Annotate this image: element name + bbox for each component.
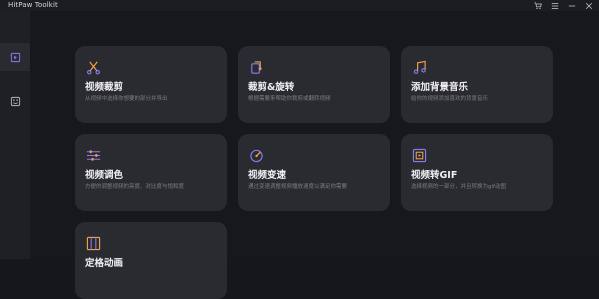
card-video-speed[interactable]: 视频变速 通过变速调整视频播放速度以满足你需要	[238, 134, 390, 211]
card-description: 从视频中选择你想要的部分并导出	[85, 96, 168, 102]
card-description: 根据需要来帮助你裁剪或翻转视频	[248, 96, 331, 102]
sidebar	[0, 11, 30, 259]
close-icon[interactable]	[585, 2, 593, 10]
card-crop-rotate[interactable]: 裁剪&旋转 根据需要来帮助你裁剪或翻转视频	[238, 46, 390, 123]
card-description: 给你的视频添加喜欢的背景音乐	[411, 96, 489, 102]
scissors-icon	[86, 60, 101, 75]
film-frames-icon	[86, 236, 101, 251]
minimize-icon[interactable]	[568, 2, 576, 10]
app-title: HitPaw Toolkit	[8, 1, 58, 9]
card-description: 通过变速调整视频播放速度以满足你需要	[248, 184, 348, 190]
card-stop-motion[interactable]: 定格动画	[75, 222, 227, 299]
card-title: 视频调色	[85, 170, 124, 181]
card-title: 视频变速	[248, 170, 287, 181]
window-controls	[534, 0, 593, 11]
gif-convert-icon	[412, 148, 427, 163]
speedometer-icon	[249, 148, 264, 163]
image-icon	[10, 92, 21, 111]
card-video-color[interactable]: 视频调色 方便的调整视频的亮度、对比度与饱和度	[75, 134, 227, 211]
card-add-bgm[interactable]: 添加背景音乐 给你的视频添加喜欢的背景音乐	[401, 46, 553, 123]
card-video-to-gif[interactable]: 视频转GIF 选择视频的一部分，并且转换为gif动图	[401, 134, 553, 211]
sliders-icon	[86, 148, 101, 163]
card-video-trim[interactable]: 视频裁剪 从视频中选择你想要的部分并导出	[75, 46, 227, 123]
sidebar-item-image-tools[interactable]	[0, 87, 30, 115]
sidebar-item-video-tools[interactable]	[0, 43, 30, 71]
video-edit-icon	[9, 48, 21, 67]
card-title: 添加背景音乐	[411, 82, 469, 93]
crop-rotate-icon	[249, 60, 264, 75]
main-panel: 视频裁剪 从视频中选择你想要的部分并导出 裁剪&旋转 根据需要来帮助你裁剪或翻转…	[30, 11, 599, 299]
card-description: 选择视频的一部分，并且转换为gif动图	[411, 184, 506, 190]
music-note-icon	[412, 60, 427, 75]
card-title: 裁剪&旋转	[248, 82, 295, 93]
menu-icon[interactable]	[551, 2, 559, 10]
card-title: 视频转GIF	[411, 170, 458, 181]
card-title: 视频裁剪	[85, 82, 124, 93]
card-description: 方便的调整视频的亮度、对比度与饱和度	[85, 184, 185, 190]
cart-icon[interactable]	[534, 1, 542, 10]
title-bar: HitPaw Toolkit	[0, 0, 599, 11]
card-title: 定格动画	[85, 258, 124, 269]
